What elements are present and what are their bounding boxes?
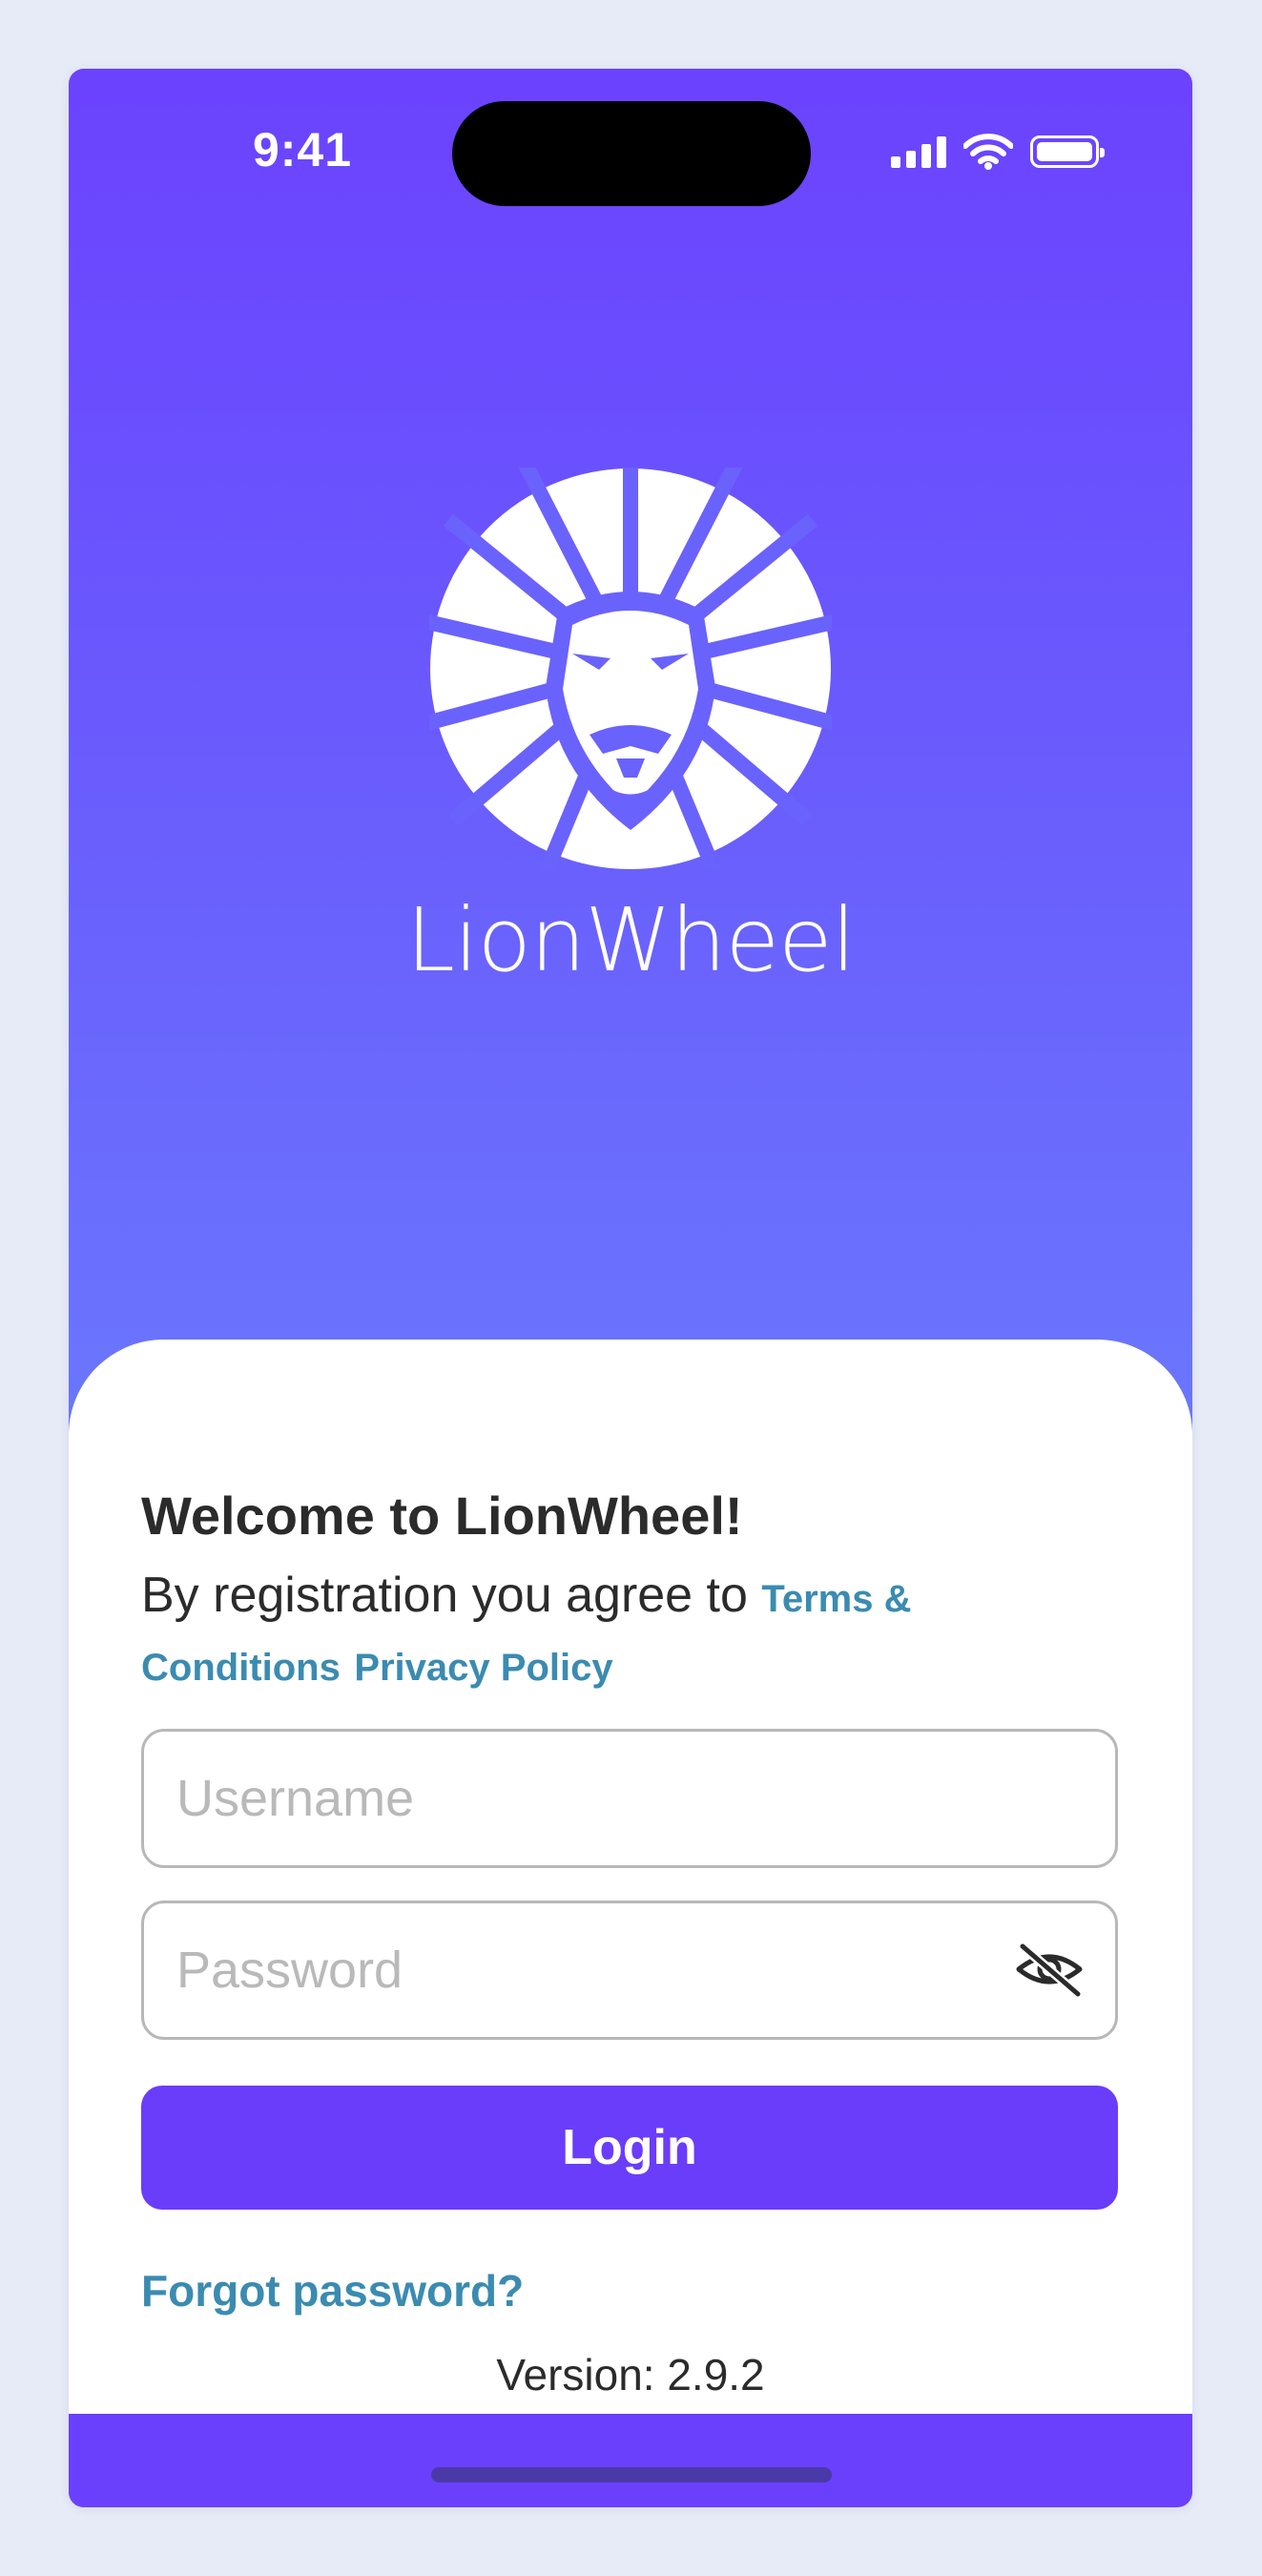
version-label: Version: 2.9.2 (496, 2350, 765, 2399)
eye-slash-icon[interactable] (1013, 1941, 1086, 1998)
battery-icon (1030, 135, 1105, 168)
forgot-password-link[interactable]: Forgot password? (141, 2265, 524, 2316)
login-card: Welcome to LionWheel! By registration yo… (69, 1340, 1192, 2416)
brand-name: LionWheel (405, 889, 856, 991)
bottom-bar (69, 2414, 1192, 2507)
dynamic-island (452, 101, 811, 206)
status-time: 9:41 (252, 123, 353, 177)
privacy-link[interactable]: Privacy Policy (354, 1647, 612, 1689)
phone-screen: 9:41 LionWheel Welcome to LionWheel! By … (69, 69, 1192, 2507)
username-input[interactable] (141, 1729, 1118, 1868)
agreement-label: By registration you agree to (141, 1568, 748, 1623)
wifi-icon (963, 134, 1013, 170)
agreement-text: By registration you agree to Terms & Con… (141, 1563, 1095, 1700)
signal-icon (891, 135, 946, 168)
welcome-title: Welcome to LionWheel! (141, 1485, 743, 1546)
status-icons (891, 134, 1105, 170)
lion-logo-icon (429, 467, 832, 870)
home-indicator[interactable] (431, 2467, 832, 2483)
password-input[interactable] (141, 1901, 1118, 2040)
login-button[interactable]: Login (141, 2086, 1118, 2210)
